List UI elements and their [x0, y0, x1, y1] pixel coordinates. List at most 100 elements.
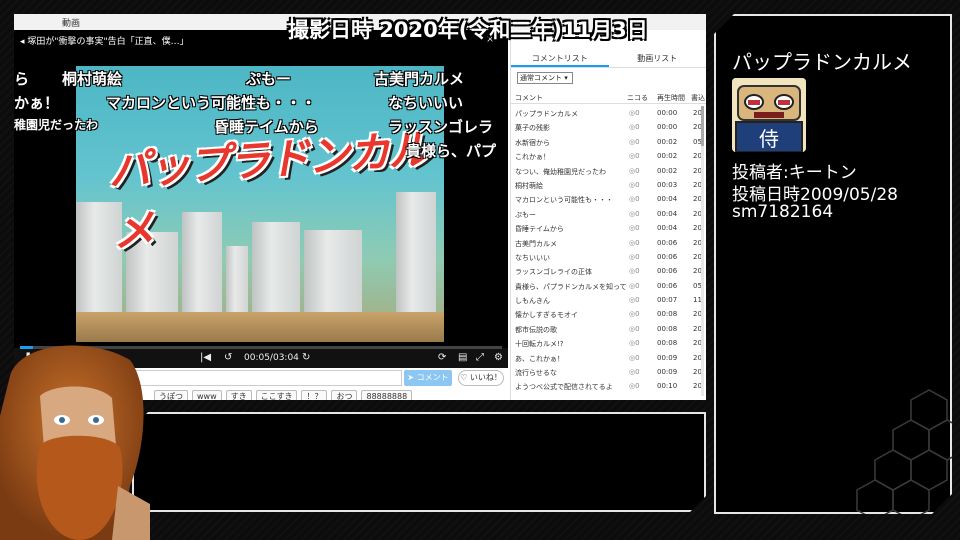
nicoru-icon[interactable]: ◎0: [629, 138, 640, 146]
quick-comment-chip[interactable]: www: [192, 390, 222, 400]
nicoru-icon[interactable]: ◎0: [629, 195, 640, 203]
nicoru-icon[interactable]: ◎0: [629, 109, 640, 117]
comment-text: 昏睡テイムから: [515, 225, 564, 234]
play-time: 00:02: [657, 137, 678, 146]
comment-text: 流行らせるな: [515, 369, 557, 378]
comment-text: 古美門カルメ: [515, 239, 557, 248]
table-row[interactable]: 菓子の残影 ◎0 00:00 20: [511, 120, 706, 134]
skip-back-icon[interactable]: |◀: [200, 352, 211, 363]
nicoru-icon[interactable]: ◎0: [629, 239, 640, 247]
table-row[interactable]: 貴様ら、パプラドンカルメを知って… ◎0 00:06 05: [511, 279, 706, 293]
play-time: 00:04: [657, 209, 678, 218]
play-time: 00:08: [657, 339, 678, 348]
quick-comment-chip[interactable]: おつ: [331, 390, 358, 400]
video-id: sm7182164: [732, 202, 834, 222]
video-player[interactable]: ◂ 塚田が"衝撃の事実"告白「正直、僕…」 × パップラドンカルメ ら 桐村萌絵…: [14, 30, 508, 368]
nicoru-icon[interactable]: ◎0: [629, 267, 640, 275]
play-time: 00:00: [657, 123, 678, 132]
comment-toggle-icon[interactable]: ▤: [458, 352, 467, 363]
player-title: ◂ 塚田が"衝撃の事実"告白「正直、僕…」: [20, 37, 189, 47]
play-time: 00:02: [657, 152, 678, 161]
danmaku-comment: ぷもー: [246, 70, 292, 88]
rewind-icon[interactable]: ↺: [224, 352, 232, 363]
danmaku-comment: ら: [14, 70, 30, 88]
browser-tab-label[interactable]: 動画: [62, 16, 80, 29]
play-time: 00:04: [657, 195, 678, 204]
comment-list-scrollbar[interactable]: [701, 106, 704, 396]
quick-comment-chip[interactable]: ！？: [301, 390, 328, 400]
play-time: 00:06: [657, 281, 678, 290]
nicoru-icon[interactable]: ◎0: [629, 382, 640, 390]
danmaku-comment: 桐村萌絵: [62, 70, 123, 88]
quick-comment-chip[interactable]: ここすき: [255, 390, 298, 400]
nicoru-icon[interactable]: ◎0: [629, 368, 640, 376]
nicoru-icon[interactable]: ◎0: [629, 282, 640, 290]
comment-text: 桐村萌絵: [515, 181, 543, 190]
nicoru-icon[interactable]: ◎0: [629, 224, 640, 232]
comment-text: 菓子の残影: [515, 124, 550, 133]
quick-comment-chip[interactable]: 88888888: [361, 390, 413, 400]
fullscreen-icon[interactable]: ⤢: [476, 352, 484, 363]
table-row[interactable]: ぷもー ◎0 00:04 20: [511, 207, 706, 221]
header-date[interactable]: 書込: [691, 93, 705, 103]
table-row[interactable]: マカロンという可能性も・・・ ◎0 00:04 20: [511, 192, 706, 206]
comment-panel-tabs: コメントリスト 動画リスト: [511, 50, 706, 68]
table-row[interactable]: 都市伝説の歌 ◎0 00:08 20: [511, 322, 706, 336]
comment-input[interactable]: [134, 370, 402, 386]
table-row[interactable]: なつい、俺幼稚園児だったわ ◎0 00:02 20: [511, 164, 706, 178]
comment-type-select[interactable]: 通常コメント ▾: [517, 72, 573, 84]
nicoru-icon[interactable]: ◎0: [629, 296, 640, 304]
nicoru-icon[interactable]: ◎0: [629, 354, 640, 362]
header-nicoru[interactable]: ニコる: [627, 93, 648, 103]
table-row[interactable]: パップラドンカルメ ◎0 00:00 20: [511, 106, 706, 120]
nicoru-icon[interactable]: ◎0: [629, 152, 640, 160]
nicoru-icon[interactable]: ◎0: [629, 310, 640, 318]
like-button[interactable]: ♡ いいね！: [458, 370, 504, 386]
table-row[interactable]: 昏睡テイムから ◎0 00:04 20: [511, 221, 706, 235]
tab-comment-list[interactable]: コメントリスト: [511, 50, 609, 67]
quick-comment-chip[interactable]: すき: [225, 390, 252, 400]
tab-video-list[interactable]: 動画リスト: [609, 50, 707, 67]
nicoru-icon[interactable]: ◎0: [629, 167, 640, 175]
subtitle-box: [132, 412, 706, 512]
table-row[interactable]: 水新宿から ◎0 00:02 05: [511, 135, 706, 149]
table-row[interactable]: 流行らせるな ◎0 00:09 20: [511, 365, 706, 379]
table-row[interactable]: これかぁ！ ◎0 00:02 20: [511, 149, 706, 163]
nicoru-icon[interactable]: ◎0: [629, 123, 640, 131]
svg-text:侍: 侍: [759, 127, 779, 151]
table-row[interactable]: 十回転カルメ!? ◎0 00:08 20: [511, 336, 706, 350]
table-row[interactable]: 桐村萌絵 ◎0 00:03 20: [511, 178, 706, 192]
nicoru-icon[interactable]: ◎0: [629, 253, 640, 261]
nicoru-icon[interactable]: ◎0: [629, 181, 640, 189]
table-row[interactable]: ラッスンゴレライの正体 ◎0 00:06 20: [511, 264, 706, 278]
danmaku-comment: 貴様ら、パプ: [406, 142, 497, 160]
table-row[interactable]: しもんきん ◎0 00:07 11: [511, 293, 706, 307]
comment-text: しもんきん: [515, 297, 550, 306]
header-time[interactable]: 再生時間: [657, 93, 685, 103]
settings-icon[interactable]: ⚙: [494, 352, 503, 363]
quick-comment-chip[interactable]: うぽつ: [154, 390, 188, 400]
table-row[interactable]: なちいいい ◎0 00:06 20: [511, 250, 706, 264]
loop-icon[interactable]: ⟳: [438, 352, 446, 363]
quick-comment-chips: うぽつ www すき ここすき ！？ おつ 88888888: [154, 390, 413, 400]
video-thumbnail: 侍: [732, 78, 806, 152]
comment-text: 十回転カルメ!?: [515, 340, 564, 349]
hexagon-decoration: [816, 388, 956, 528]
comment-text: ぷもー: [515, 210, 536, 219]
comment-table-header: コメント ニコる 再生時間 書込: [511, 90, 706, 104]
nicoru-icon[interactable]: ◎0: [629, 325, 640, 333]
comment-submit-button[interactable]: ➤ コメント: [404, 370, 452, 386]
header-comment[interactable]: コメント: [515, 93, 543, 103]
table-row[interactable]: 懐かしすぎるモオイ ◎0 00:08 20: [511, 307, 706, 321]
scrollbar-thumb[interactable]: [701, 106, 704, 146]
table-row[interactable]: あ、これかぁ！ ◎0 00:09 20: [511, 351, 706, 365]
play-time: 00:10: [657, 382, 678, 391]
nicoru-icon[interactable]: ◎0: [629, 210, 640, 218]
nicoru-icon[interactable]: ◎0: [629, 339, 640, 347]
table-row[interactable]: ようつべ公式で配信されてるよ ◎0 00:10 20: [511, 379, 706, 393]
table-row[interactable]: 古美門カルメ ◎0 00:06 20: [511, 236, 706, 250]
danmaku-comment: 稚園児だったわ: [14, 118, 99, 132]
comment-type-select-value: 通常コメント: [520, 74, 562, 82]
forward-icon[interactable]: ↻: [302, 352, 310, 363]
thumbnail-character-icon: 侍: [732, 78, 806, 152]
